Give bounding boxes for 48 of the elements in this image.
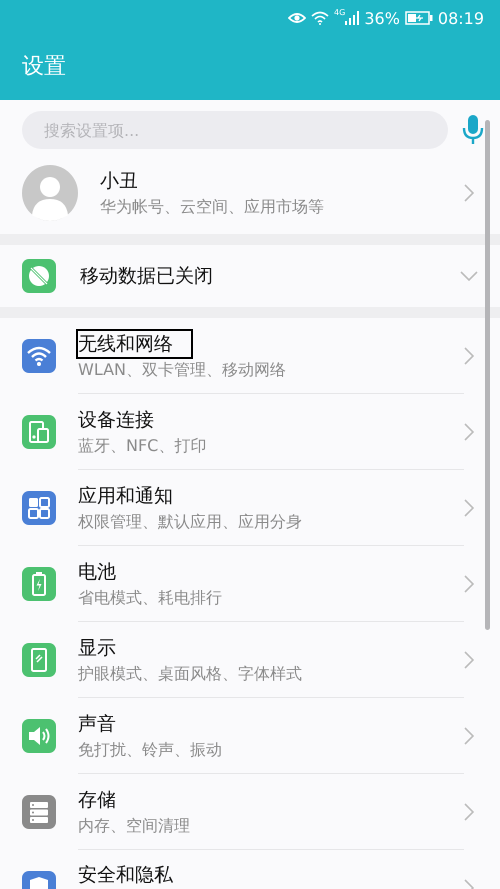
chevron-icon: [464, 423, 474, 441]
chevron-icon: [464, 499, 474, 517]
item-subtitle: 免打扰、铃声、振动: [78, 740, 222, 760]
settings-item[interactable]: 显示 护眼模式、桌面风格、字体样式: [0, 622, 500, 698]
item-title: 无线和网络: [76, 328, 193, 358]
item-subtitle: 蓝牙、NFC、打印: [78, 436, 206, 456]
settings-item[interactable]: 电池 省电模式、耗电排行: [0, 546, 500, 622]
battery-percent: 36%: [364, 8, 400, 28]
avatar-icon: [22, 165, 78, 221]
clock: 08:19: [438, 8, 484, 28]
mobile-data-off-icon: [22, 259, 56, 293]
microphone-icon[interactable]: [462, 115, 484, 145]
mobile-data-row[interactable]: 移动数据已关闭: [0, 245, 500, 307]
chevron-icon: [464, 575, 474, 593]
item-subtitle: 护眼模式、桌面风格、字体样式: [78, 664, 302, 684]
battery-icon: [404, 11, 433, 25]
item-title: 显示: [77, 636, 117, 660]
mobile-data-label: 移动数据已关闭: [79, 264, 214, 289]
item-title: 存储: [77, 788, 117, 812]
item-title: 应用和通知: [77, 484, 174, 508]
page-title: 设置: [21, 53, 67, 81]
settings-item[interactable]: 应用和通知 权限管理、默认应用、应用分身: [0, 470, 500, 546]
settings-item[interactable]: 存储 内存、空间清理: [0, 774, 500, 850]
chevron-icon: [464, 651, 474, 669]
chevron-icon: [464, 803, 474, 821]
search-field[interactable]: 搜索设置项...: [22, 111, 448, 149]
item-title: 声音: [77, 712, 117, 736]
signal-icon: [345, 11, 360, 25]
network-type: 4G: [334, 8, 346, 17]
item-title: 安全和隐私: [77, 863, 174, 888]
chevron-icon: [464, 184, 474, 202]
chevron-icon: [464, 347, 474, 365]
account-subtitle: 华为帐号、云空间、应用市场等: [100, 197, 324, 218]
settings-item[interactable]: 无线和网络 WLAN、双卡管理、移动网络: [0, 318, 500, 394]
item-subtitle: 权限管理、默认应用、应用分身: [78, 512, 302, 532]
chevron-icon: [464, 727, 474, 745]
item-subtitle: 内存、空间清理: [78, 816, 190, 836]
item-title: 设备连接: [77, 408, 155, 432]
account-name: 小丑: [99, 169, 139, 194]
settings-item[interactable]: 声音 免打扰、铃声、振动: [0, 698, 500, 774]
item-subtitle: WLAN、双卡管理、移动网络: [78, 360, 286, 380]
account-row[interactable]: 小丑 华为帐号、云空间、应用市场等: [0, 152, 500, 234]
settings-item[interactable]: 设备连接 蓝牙、NFC、打印: [0, 394, 500, 470]
item-subtitle: 省电模式、耗电排行: [78, 588, 222, 608]
settings-item[interactable]: 安全和隐私: [0, 850, 500, 889]
item-title: 电池: [77, 560, 117, 584]
wifi-icon: [311, 11, 330, 25]
eye-icon: [288, 11, 306, 25]
